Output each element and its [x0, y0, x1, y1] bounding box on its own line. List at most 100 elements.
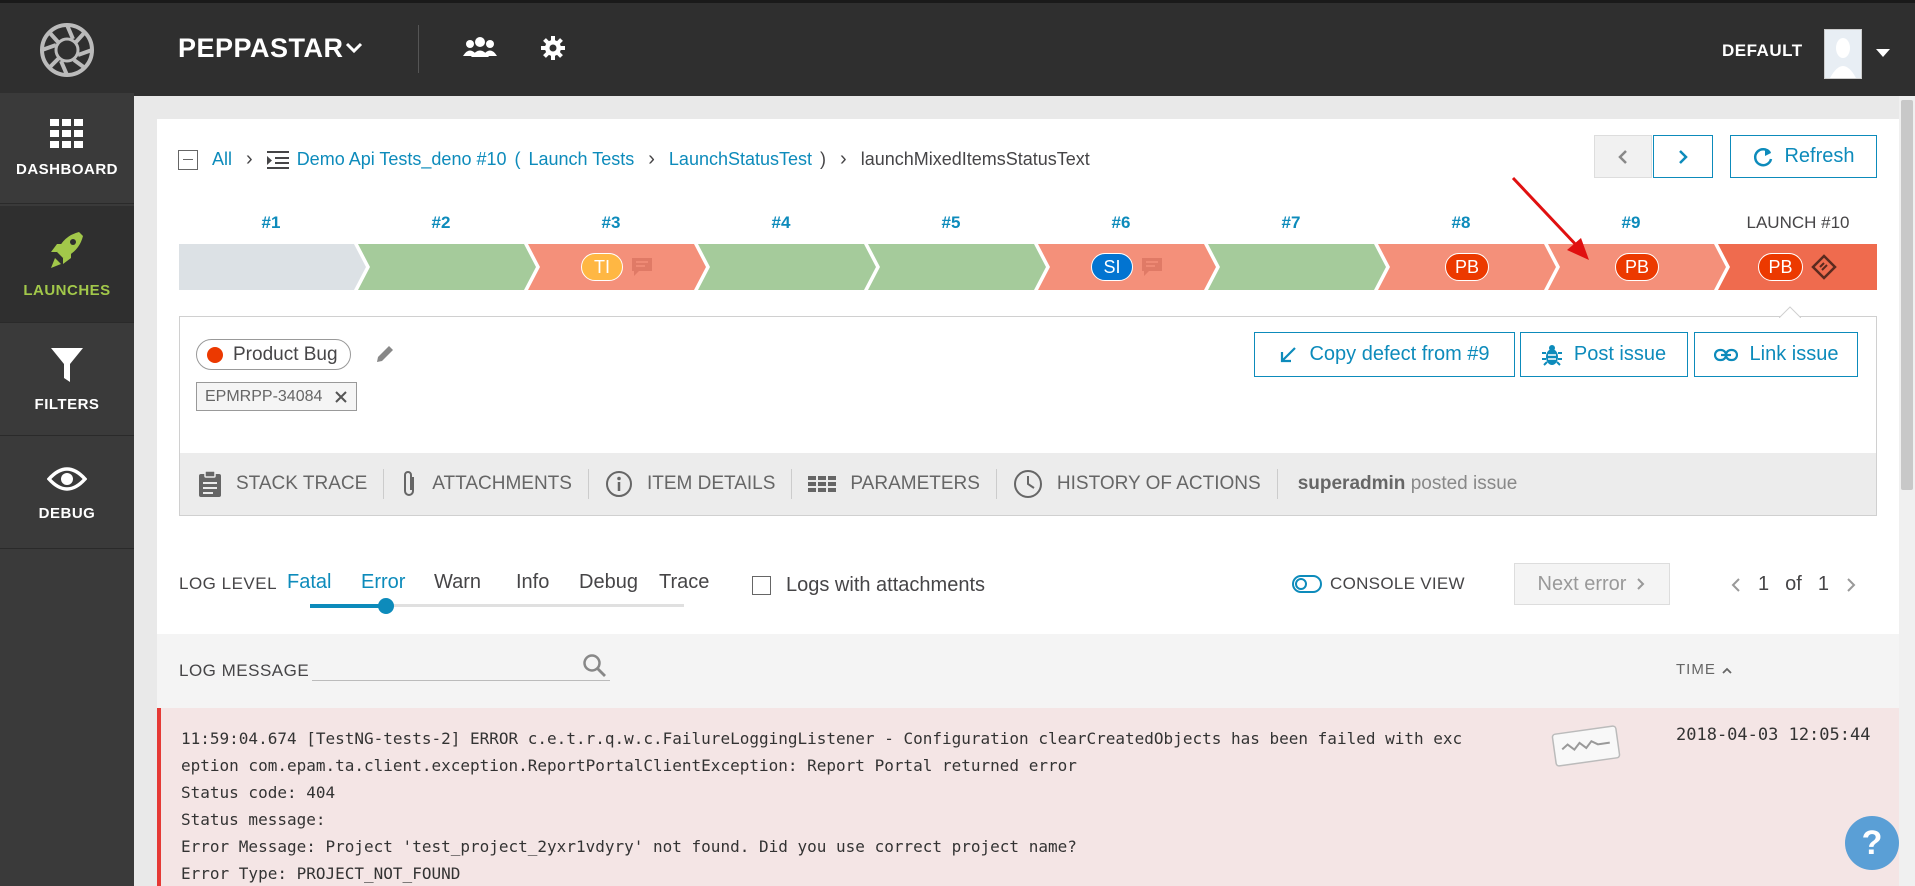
panel-pointer: [1779, 306, 1801, 318]
log-level-warn[interactable]: Warn: [434, 571, 481, 594]
product-bug-badge: PB: [1444, 253, 1489, 281]
log-level-debug[interactable]: Debug: [579, 571, 638, 594]
filter-funnel-icon: [51, 347, 83, 382]
attachment-thumbnail-icon[interactable]: [1548, 722, 1624, 770]
breadcrumb-all[interactable]: All: [212, 149, 232, 170]
collapse-all-toggle[interactable]: [178, 149, 198, 170]
copy-defect-label: Copy defect from #9: [1309, 343, 1490, 365]
tab-history-of-actions[interactable]: HISTORY OF ACTIONS: [1013, 469, 1261, 499]
last-action-info: superadmin posted issue: [1298, 473, 1518, 495]
eye-icon: [47, 466, 87, 491]
history-segment-3-content[interactable]: TI: [528, 244, 706, 290]
history-segment-6-content[interactable]: SI: [1038, 244, 1216, 290]
tab-stack-trace[interactable]: STACK TRACE: [198, 470, 367, 498]
history-segment-1: [179, 244, 366, 290]
rocket-icon: [51, 231, 83, 268]
sidebar-item-dashboard[interactable]: DASHBOARD: [0, 93, 134, 204]
divider: [1276, 469, 1278, 499]
help-button[interactable]: ?: [1845, 816, 1899, 870]
next-error-button[interactable]: Next error: [1514, 563, 1670, 605]
history-run-4-label[interactable]: #4: [696, 213, 866, 233]
log-time: 2018-04-03 12:05:44: [1676, 725, 1871, 745]
user-silhouette-icon: [1830, 38, 1856, 78]
history-run-2-label[interactable]: #2: [356, 213, 526, 233]
search-icon[interactable]: [582, 653, 608, 679]
project-selector[interactable]: PEPPASTAR: [178, 33, 344, 64]
sidebar-item-filters[interactable]: FILTERS: [0, 325, 134, 436]
next-item-button[interactable]: [1653, 135, 1713, 178]
defect-type-badge[interactable]: Product Bug: [196, 339, 351, 370]
link-issue-button[interactable]: Link issue: [1694, 332, 1858, 377]
history-run-1-label[interactable]: #1: [186, 213, 356, 233]
system-issue-badge: SI: [1091, 253, 1133, 281]
avatar[interactable]: [1824, 29, 1862, 79]
history-run-5-label[interactable]: #5: [866, 213, 1036, 233]
previous-item-button[interactable]: [1594, 135, 1652, 178]
history-run-3-label[interactable]: #3: [526, 213, 696, 233]
log-search-input[interactable]: [312, 649, 610, 681]
breadcrumb-separator: ›: [648, 148, 655, 170]
aperture-logo-icon: [40, 22, 94, 77]
log-message-header: LOG MESSAGE: [179, 661, 310, 680]
tab-attachments[interactable]: ATTACHMENTS: [400, 469, 572, 499]
reportportal-logo[interactable]: [0, 3, 134, 96]
log-level-fatal[interactable]: Fatal: [287, 571, 331, 594]
history-segment-current-content[interactable]: PB: [1718, 244, 1877, 290]
tab-parameters[interactable]: PARAMETERS: [808, 473, 980, 495]
divider: [791, 469, 793, 499]
sidebar-item-label: DEBUG: [38, 504, 96, 522]
link-icon: [1713, 348, 1738, 361]
product-bug-badge: PB: [1758, 253, 1803, 281]
divider: [995, 469, 997, 499]
time-header-label: TIME: [1676, 661, 1716, 678]
tab-parameters-label: PARAMETERS: [850, 473, 980, 494]
console-view-toggle[interactable]: CONSOLE VIEW: [1292, 574, 1465, 594]
page-total: 1: [1817, 573, 1829, 595]
table-icon: [808, 476, 837, 492]
close-icon[interactable]: [334, 390, 348, 404]
copy-defect-button[interactable]: Copy defect from #9: [1254, 332, 1515, 377]
scrollbar-thumb[interactable]: [1901, 100, 1913, 490]
bug-icon: [1541, 344, 1562, 366]
history-segment-4: [698, 244, 876, 290]
issue-tag[interactable]: EPMRPP-34084: [196, 382, 358, 411]
members-icon[interactable]: [463, 35, 497, 59]
sidebar-item-debug[interactable]: DEBUG: [0, 438, 134, 549]
chevron-left-icon[interactable]: [1730, 577, 1742, 593]
issue-tag-label: EPMRPP-34084: [205, 387, 323, 405]
caret-down-icon[interactable]: [1874, 46, 1892, 60]
clock-icon: [1013, 470, 1042, 498]
user-project-label[interactable]: DEFAULT: [1722, 41, 1803, 61]
history-run-6-label[interactable]: #6: [1036, 213, 1206, 233]
refresh-button[interactable]: Refresh: [1730, 135, 1877, 178]
chevron-right-icon[interactable]: [1845, 577, 1857, 593]
chevron-down-icon[interactable]: [343, 37, 365, 59]
log-level-error[interactable]: Error: [361, 571, 405, 594]
tab-item-details[interactable]: ITEM DETAILS: [605, 470, 775, 498]
breadcrumb-suite[interactable]: Launch Tests: [529, 149, 635, 170]
pencil-icon[interactable]: [374, 343, 396, 365]
logs-with-attachments-checkbox[interactable]: [752, 576, 771, 595]
time-column-header[interactable]: TIME: [1676, 661, 1733, 678]
breadcrumb-launch[interactable]: Demo Api Tests_deno #10: [297, 149, 507, 170]
logs-with-attachments-label[interactable]: Logs with attachments: [786, 574, 985, 597]
console-view-label: CONSOLE VIEW: [1330, 574, 1465, 593]
log-level-label: LOG LEVEL: [179, 574, 278, 593]
sidebar: DASHBOARD LAUNCHES FILTERS DEBUG: [0, 93, 134, 886]
last-action-user: superadmin: [1297, 473, 1406, 494]
toggle-switch-icon: [1292, 575, 1322, 593]
comment-icon: [1142, 258, 1162, 276]
sidebar-item-launches[interactable]: LAUNCHES: [0, 206, 134, 323]
post-issue-label: Post issue: [1573, 343, 1667, 365]
log-level-info[interactable]: Info: [516, 571, 549, 594]
to-investigate-badge: TI: [581, 253, 623, 281]
log-level-slider-handle[interactable]: [378, 598, 394, 614]
sidebar-item-label: FILTERS: [34, 395, 100, 413]
log-level-trace[interactable]: Trace: [659, 571, 709, 594]
breadcrumb-test[interactable]: LaunchStatusTest: [669, 149, 812, 170]
breadcrumb-current-item: launchMixedItemsStatusText: [860, 149, 1090, 169]
history-run-7-label[interactable]: #7: [1206, 213, 1376, 233]
gear-icon[interactable]: [541, 36, 565, 60]
post-issue-button[interactable]: Post issue: [1520, 332, 1688, 377]
clipboard-icon: [199, 470, 221, 497]
